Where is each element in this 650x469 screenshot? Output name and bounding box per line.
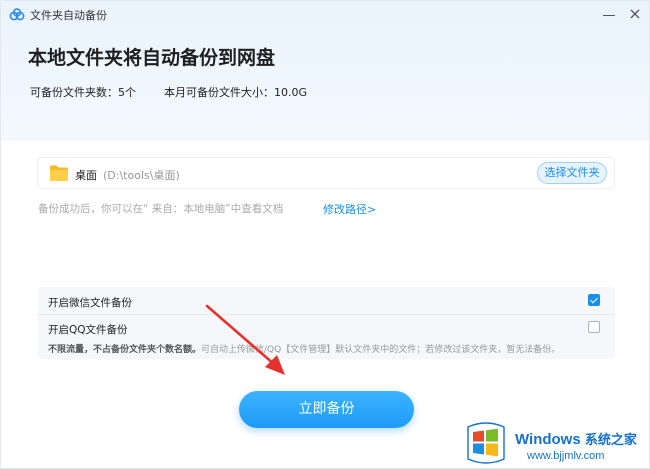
qq-backup-checkbox[interactable] (588, 321, 600, 333)
close-button[interactable]: × (625, 5, 645, 23)
backup-options-panel: 开启微信文件备份 开启QQ文件备份 不限流量，不占备份文件夹个数名额。可自动上传… (38, 287, 615, 359)
wechat-backup-label: 开启微信文件备份 (48, 297, 132, 309)
qq-backup-label: 开启QQ文件备份 (48, 324, 128, 336)
folder-count-label: 可备份文件夹数：5个 (30, 86, 136, 99)
options-note-bold: 不限流量，不占备份文件夹个数名额。 (48, 345, 202, 355)
folder-row: 桌面 (D:\tools\桌面) 选择文件夹 (37, 157, 615, 189)
modify-path-link[interactable]: 修改路径> (323, 201, 376, 217)
red-arrow-annotation (205, 304, 285, 375)
choose-folder-button[interactable]: 选择文件夹 (537, 162, 607, 184)
watermark-title-en: Windows (515, 431, 581, 448)
folder-name: 桌面 (75, 169, 97, 182)
folder-path: (D:\tools\桌面) (103, 169, 180, 182)
backup-stats: 可备份文件夹数：5个 本月可备份文件大小：10.0G (30, 84, 307, 100)
backup-hint: 备份成功后，你可以在“ 来自：本地电脑”中查看文档 (38, 203, 284, 215)
watermark: Windows 系统之家 www.bjjmlv.com (459, 418, 649, 468)
window-title: 文件夹自动备份 (30, 9, 107, 22)
windows-logo-icon (467, 422, 505, 464)
divider (38, 314, 615, 315)
backup-now-button[interactable]: 立即备份 (239, 391, 414, 428)
watermark-url: www.bjjmlv.com (527, 450, 605, 462)
wechat-backup-checkbox[interactable] (588, 294, 600, 306)
backup-window: 文件夹自动备份 × 本地文件夹将自动备份到网盘 可备份文件夹数：5个 本月可备份文… (0, 0, 650, 469)
cloud-logo-icon (9, 8, 25, 21)
page-title: 本地文件夹将自动备份到网盘 (28, 47, 276, 69)
size-label: 本月可备份文件大小：10.0G (164, 86, 308, 99)
folder-icon (50, 165, 68, 181)
minimize-button[interactable] (599, 5, 619, 21)
title-bar: 文件夹自动备份 × (1, 1, 649, 29)
header-panel: 文件夹自动备份 × 本地文件夹将自动备份到网盘 可备份文件夹数：5个 本月可备份文… (1, 1, 649, 141)
options-note: 不限流量，不占备份文件夹个数名额。可自动上传微信/QQ【文件管理】默认文件夹中的… (48, 342, 560, 355)
watermark-title: Windows 系统之家 (515, 429, 637, 448)
watermark-title-cn: 系统之家 (584, 432, 637, 447)
